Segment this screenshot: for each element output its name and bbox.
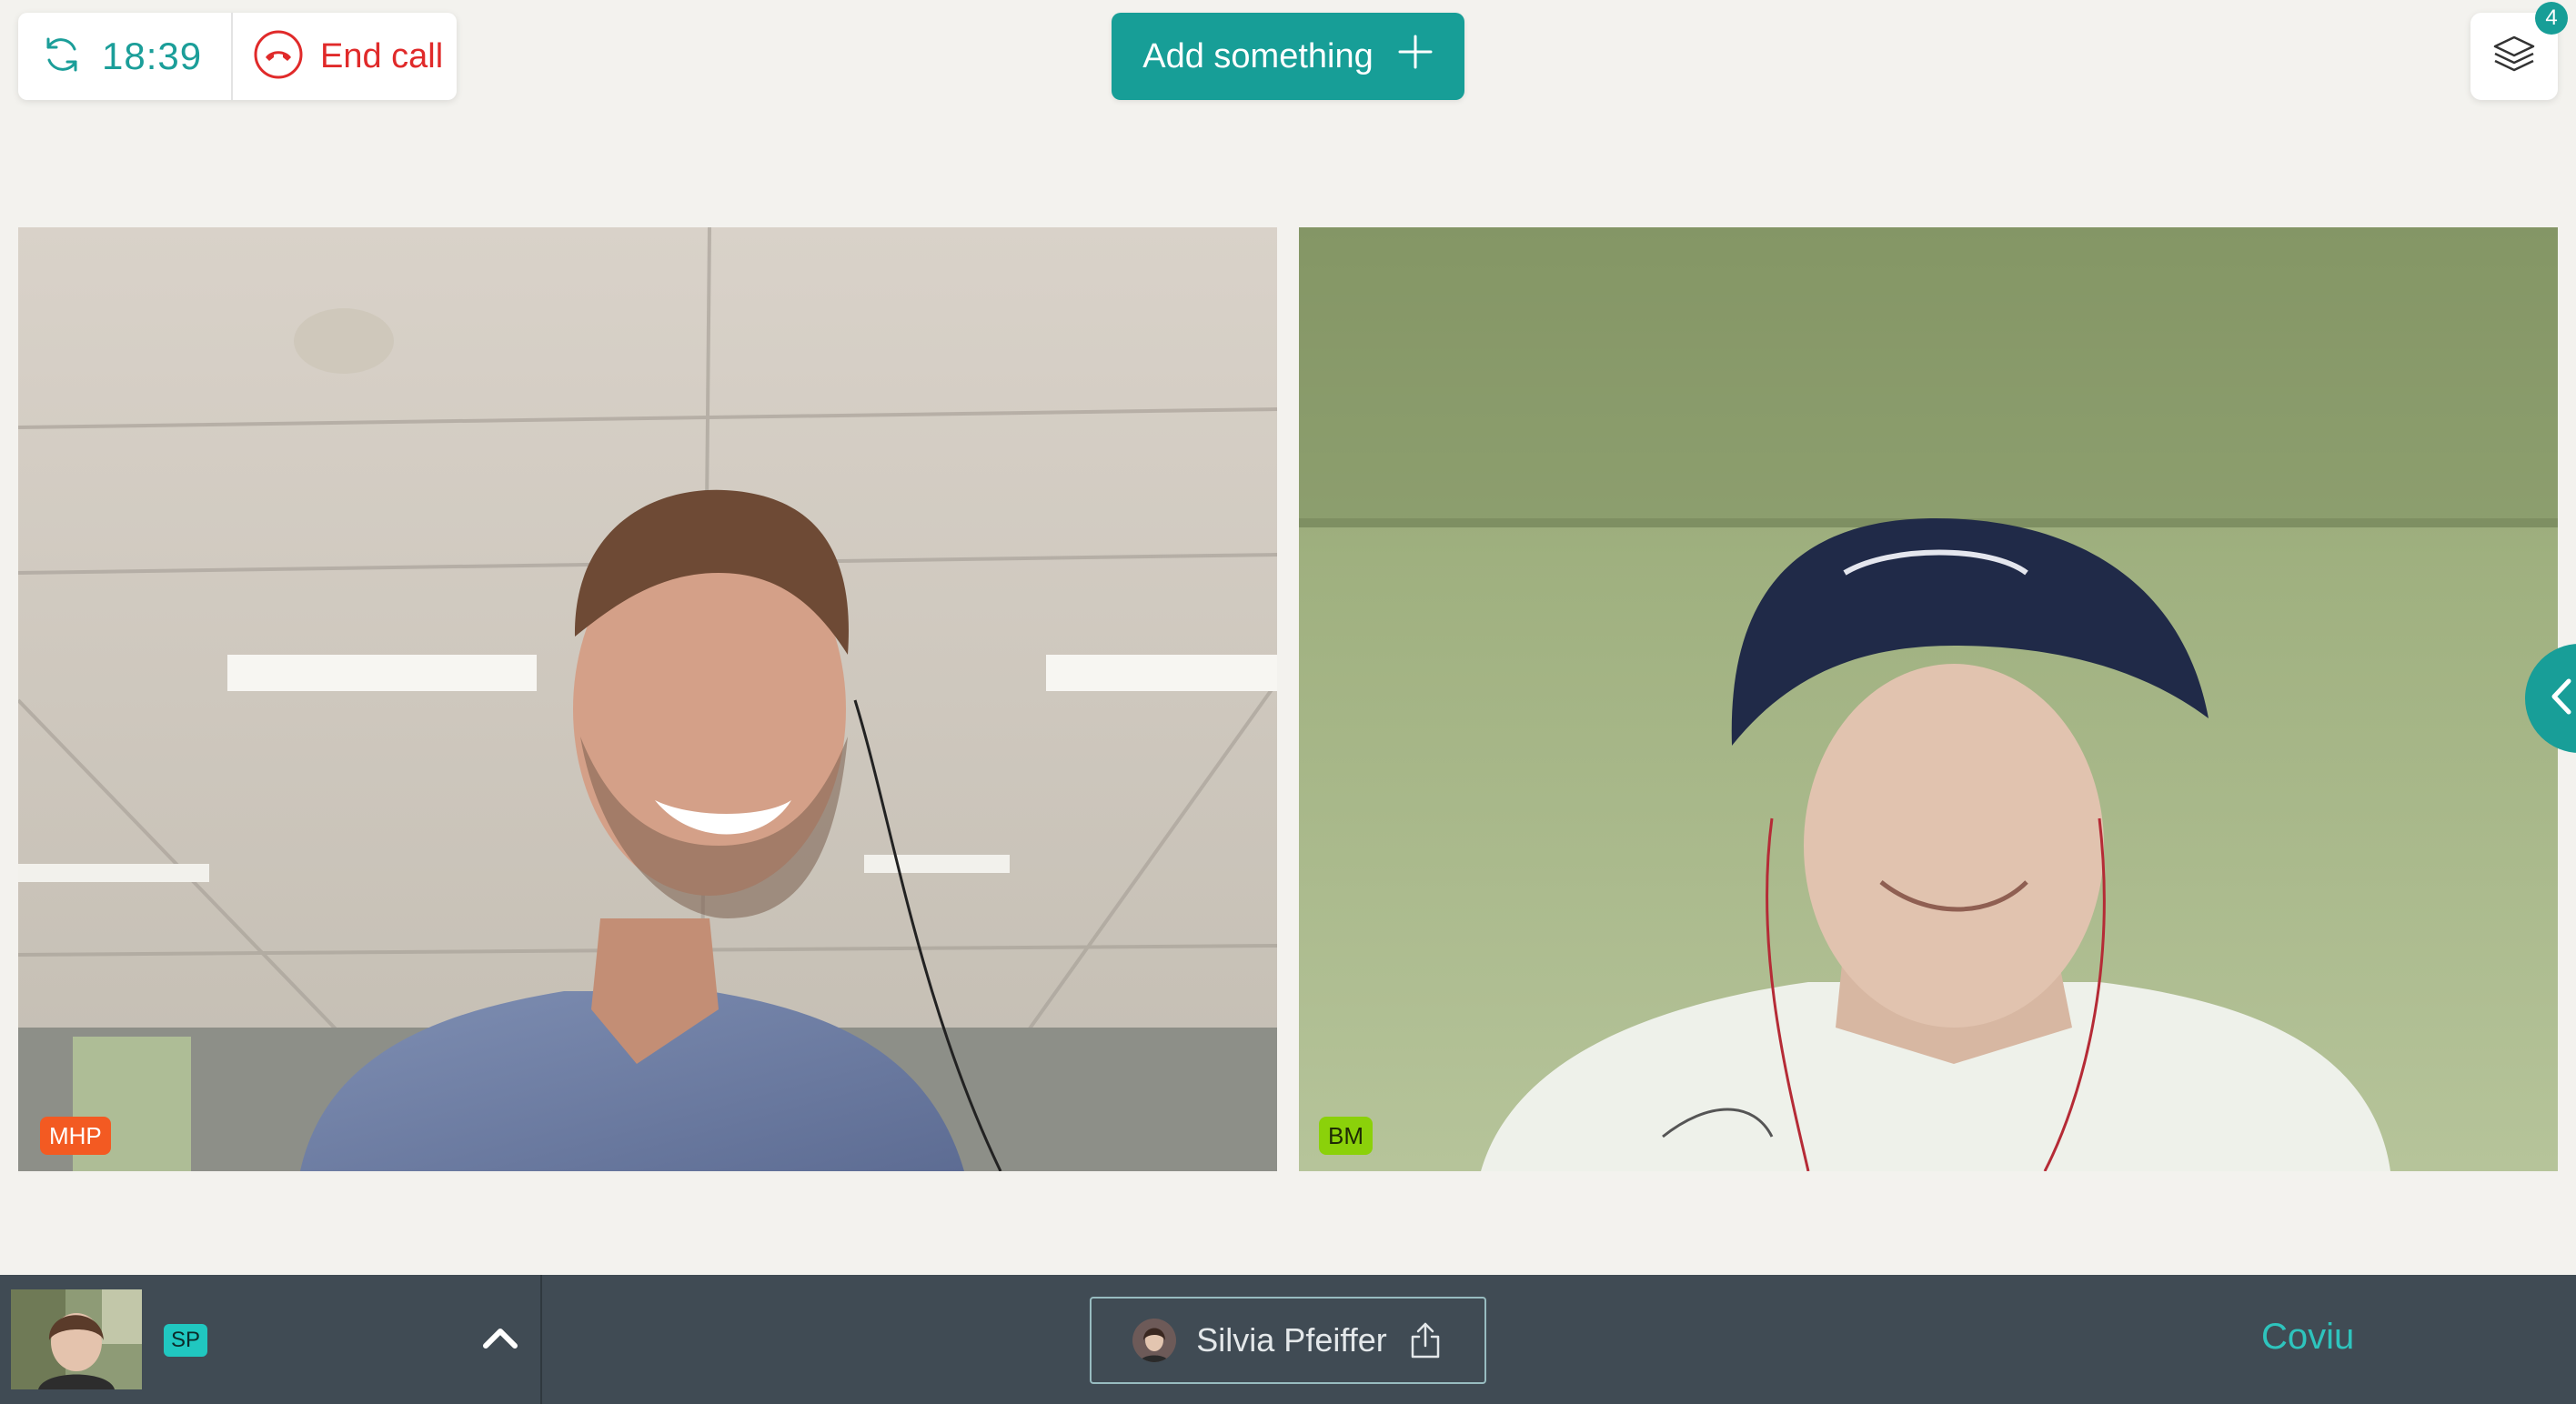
- chevron-up-icon: [477, 1329, 524, 1366]
- self-view-area: SP: [0, 1275, 542, 1404]
- elapsed-time: 18:39: [102, 35, 203, 77]
- self-initials-badge: SP: [164, 1324, 208, 1357]
- end-call-label: End call: [320, 36, 444, 75]
- self-video-thumbnail[interactable]: [11, 1289, 142, 1389]
- participant-video-bm: [1299, 227, 2558, 1171]
- video-tile-mhp[interactable]: MHP: [18, 227, 1277, 1171]
- chevron-left-icon: [2545, 676, 2576, 722]
- participant-name: Silvia Pfeiffer: [1196, 1321, 1387, 1359]
- plus-icon: [1397, 34, 1434, 79]
- call-timer: 18:39: [18, 13, 233, 100]
- end-call-button[interactable]: End call: [233, 13, 443, 100]
- video-tile-bm[interactable]: BM: [1299, 227, 2558, 1171]
- participant-avatar: [1132, 1319, 1177, 1362]
- self-video: [11, 1289, 142, 1389]
- phone-hangup-icon: [253, 29, 304, 85]
- participant-video-mhp: [18, 227, 1277, 1171]
- participant-initials-badge: BM: [1319, 1117, 1373, 1155]
- layers-count-badge: 4: [2535, 2, 2568, 35]
- share-icon[interactable]: [1407, 1320, 1444, 1360]
- brand-logo: Coviu: [2261, 1317, 2355, 1357]
- participant-initials-badge: MHP: [40, 1117, 111, 1155]
- add-something-label: Add something: [1142, 36, 1374, 75]
- call-controls: 18:39 End call: [18, 13, 457, 100]
- add-something-button[interactable]: Add something: [1112, 13, 1464, 100]
- layers-icon: [2491, 32, 2537, 82]
- refresh-icon[interactable]: [40, 33, 84, 81]
- participant-chip[interactable]: Silvia Pfeiffer: [1090, 1297, 1486, 1384]
- collapse-self-view-button[interactable]: [477, 1315, 524, 1362]
- bottom-bar: SP Silvia Pfeiffer Coviu: [0, 1275, 2576, 1404]
